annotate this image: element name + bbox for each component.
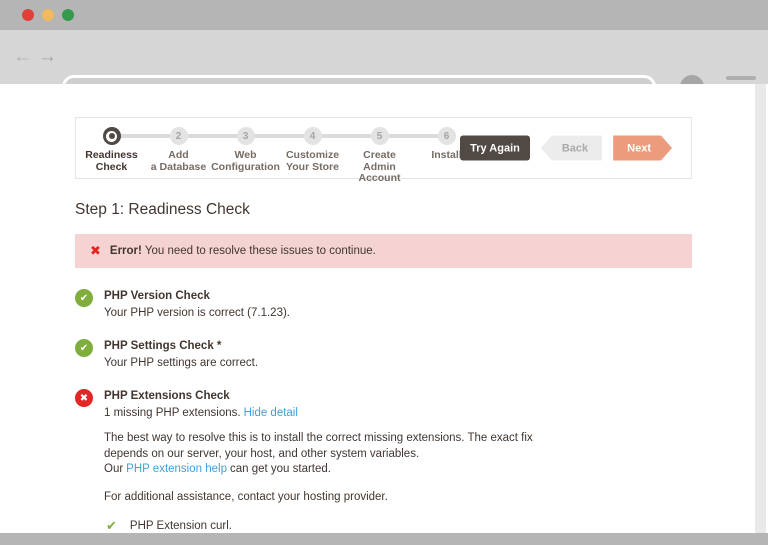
window-zoom-button[interactable] bbox=[62, 9, 74, 21]
hide-detail-link[interactable]: Hide detail bbox=[244, 407, 298, 419]
success-check-icon: ✔ bbox=[75, 339, 93, 357]
step-readiness-check[interactable]: Readiness Check bbox=[78, 127, 145, 185]
step-6-dot: 6 bbox=[438, 127, 456, 145]
step-label: Add a Database bbox=[151, 150, 206, 173]
step-label: Customize Your Store bbox=[286, 150, 339, 173]
success-check-icon: ✔ bbox=[75, 289, 93, 307]
check-title: PHP Extensions Check bbox=[104, 389, 538, 403]
step-label: Install bbox=[431, 150, 461, 162]
browser-toolbar: ← → ✕ bbox=[0, 30, 768, 84]
success-check-icon: ✔ bbox=[106, 519, 117, 533]
step-5-dot: 5 bbox=[371, 127, 389, 145]
next-button[interactable]: Next bbox=[613, 136, 672, 161]
window-close-button[interactable] bbox=[22, 9, 34, 21]
step-add-database[interactable]: 2 Add a Database bbox=[145, 127, 212, 185]
php-extension-help-link[interactable]: PHP extension help bbox=[126, 463, 227, 475]
browser-window: ← → ✕ Readiness Check bbox=[0, 0, 768, 545]
check-subtitle: Your PHP version is correct (7.1.23). bbox=[104, 306, 290, 320]
try-again-button[interactable]: Try Again bbox=[460, 136, 530, 161]
extensions-detail: The best way to resolve this is to insta… bbox=[104, 431, 538, 505]
window-minimize-button[interactable] bbox=[42, 9, 54, 21]
browser-bottom-bar bbox=[0, 533, 768, 545]
browser-titlebar bbox=[0, 0, 768, 30]
detail-paragraph: OurPHP extension helpcan get you started… bbox=[104, 462, 538, 478]
check-title: PHP Settings Check * bbox=[104, 339, 258, 353]
wizard-buttons: Try Again Back Next bbox=[460, 136, 672, 161]
readiness-checks: ✔ PHP Version Check Your PHP version is … bbox=[75, 289, 692, 533]
error-cross-icon: ✖ bbox=[75, 389, 93, 407]
php-version-check: ✔ PHP Version Check Your PHP version is … bbox=[75, 289, 692, 320]
php-settings-check: ✔ PHP Settings Check * Your PHP settings… bbox=[75, 339, 692, 370]
step-web-configuration[interactable]: 3 Web Configuration bbox=[212, 127, 279, 185]
check-title: PHP Version Check bbox=[104, 289, 290, 303]
error-banner-text: Error!You need to resolve these issues t… bbox=[110, 245, 376, 257]
progress-steps: Readiness Check 2 Add a Database 3 bbox=[78, 127, 480, 185]
error-cross-icon: ✖ bbox=[90, 243, 101, 259]
list-item: ✔ PHP Extension curl. bbox=[104, 518, 538, 533]
step-label: Create Admin Account bbox=[346, 150, 413, 185]
back-button[interactable]: Back bbox=[541, 136, 602, 161]
nav-forward-icon[interactable]: → bbox=[38, 44, 57, 70]
detail-paragraph: For additional assistance, contact your … bbox=[104, 490, 538, 506]
step-3-dot: 3 bbox=[237, 127, 255, 145]
step-1-active-dot bbox=[103, 127, 121, 145]
step-4-dot: 4 bbox=[304, 127, 322, 145]
scrollbar-track[interactable] bbox=[755, 84, 766, 533]
extensions-list: ✔ PHP Extension curl. ✔ PHP Extension ic… bbox=[104, 518, 538, 533]
check-subtitle: Your PHP settings are correct. bbox=[104, 356, 258, 370]
page-title: Step 1: Readiness Check bbox=[75, 201, 692, 219]
detail-paragraph: The best way to resolve this is to insta… bbox=[104, 431, 538, 462]
step-label: Readiness Check bbox=[85, 150, 138, 173]
page-viewport: Readiness Check 2 Add a Database 3 bbox=[0, 84, 768, 533]
step-create-admin-account[interactable]: 5 Create Admin Account bbox=[346, 127, 413, 185]
step-customize-store[interactable]: 4 Customize Your Store bbox=[279, 127, 346, 185]
check-subtitle: 1 missing PHP extensions.Hide detail bbox=[104, 406, 538, 420]
step-label: Web Configuration bbox=[211, 150, 280, 173]
nav-back-icon[interactable]: ← bbox=[13, 44, 32, 70]
php-extensions-check: ✖ PHP Extensions Check 1 missing PHP ext… bbox=[75, 389, 692, 533]
error-banner: ✖ Error!You need to resolve these issues… bbox=[75, 234, 692, 268]
step-2-dot: 2 bbox=[170, 127, 188, 145]
wizard-progress-panel: Readiness Check 2 Add a Database 3 bbox=[75, 117, 692, 179]
